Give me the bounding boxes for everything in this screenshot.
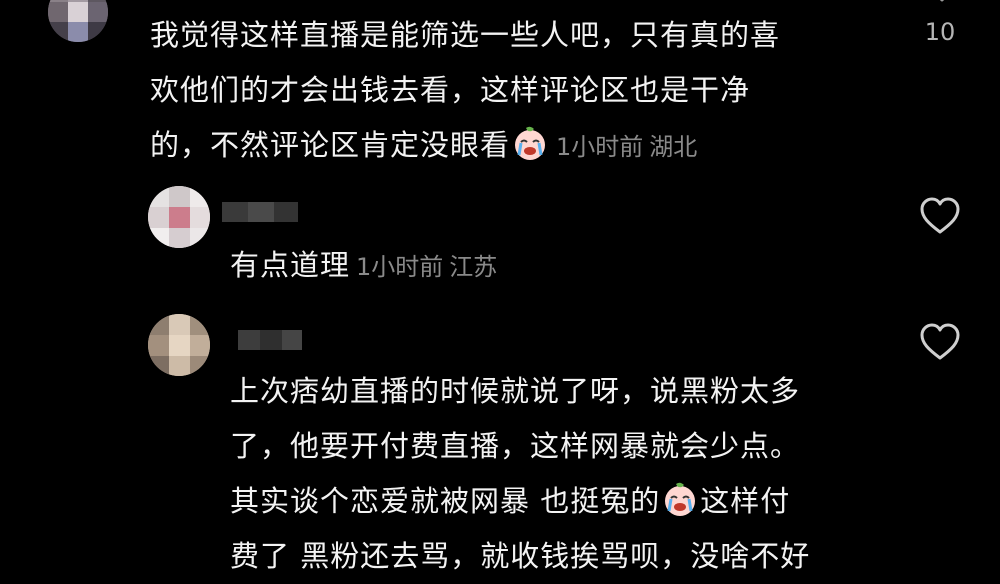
comment-location: 湖北 [649, 133, 698, 161]
comment-location: 江苏 [449, 253, 498, 281]
comment-text: 有点道理 1小时前 江苏 [230, 248, 498, 282]
crying-face-emoji-icon [665, 482, 696, 516]
comment-text: 我觉得这样直播是能筛选一些人吧，只有真的喜 欢他们的才会出钱去看，这样评论区也是… [150, 18, 781, 162]
like-count: 10 [924, 18, 956, 46]
crying-face-emoji-icon [515, 126, 546, 160]
comment-time: 1小时前 [556, 133, 644, 161]
username[interactable] [238, 330, 302, 350]
heart-outline-icon[interactable] [918, 196, 962, 236]
avatar[interactable] [48, 0, 108, 42]
avatar[interactable] [148, 314, 210, 376]
heart-outline-icon[interactable] [918, 322, 962, 362]
username[interactable] [222, 202, 298, 222]
chevron-down-icon[interactable] [928, 0, 956, 6]
comment-time: 1小时前 [356, 253, 444, 281]
comment-text: 上次痞幼直播的时候就说了呀，说黑粉太多 了，他要开付费直播，这样网暴就会少点。 … [230, 374, 811, 573]
avatar[interactable] [148, 186, 210, 248]
